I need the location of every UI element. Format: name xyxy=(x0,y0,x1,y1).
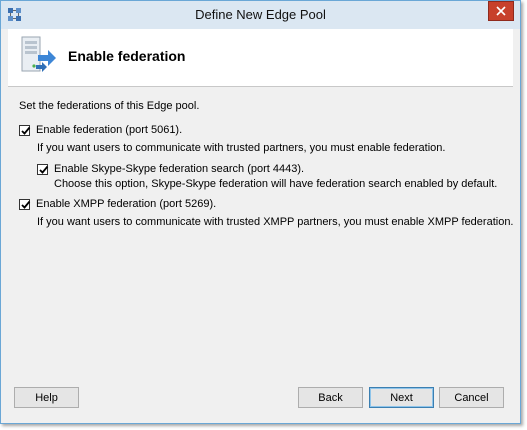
cancel-button[interactable]: Cancel xyxy=(439,387,504,408)
skype-label: Enable Skype-Skype federation search (po… xyxy=(54,163,305,175)
server-arrow-icon xyxy=(18,35,58,79)
window-title: Define New Edge Pool xyxy=(195,7,326,22)
xmpp-option[interactable]: Enable XMPP federation (port 5269). xyxy=(19,198,216,210)
skype-option[interactable]: Enable Skype-Skype federation search (po… xyxy=(37,163,304,175)
checkmark-icon xyxy=(21,200,31,209)
xmpp-description: If you want users to communicate with tr… xyxy=(37,216,514,228)
federation-option[interactable]: Enable federation (port 5061). xyxy=(19,124,182,136)
skype-checkbox[interactable] xyxy=(37,163,49,175)
page-title: Enable federation xyxy=(68,48,186,64)
close-icon xyxy=(496,6,506,16)
close-button[interactable] xyxy=(488,1,514,21)
back-button[interactable]: Back xyxy=(298,387,363,408)
federation-description: If you want users to communicate with tr… xyxy=(37,142,446,154)
federation-label: Enable federation (port 5061). xyxy=(36,124,183,136)
help-button[interactable]: Help xyxy=(14,387,79,408)
xmpp-label: Enable XMPP federation (port 5269). xyxy=(36,198,217,210)
xmpp-checkbox[interactable] xyxy=(19,198,31,210)
checkmark-icon xyxy=(39,165,49,174)
federation-checkbox[interactable] xyxy=(19,124,31,136)
next-button[interactable]: Next xyxy=(369,387,434,408)
intro-text: Set the federations of this Edge pool. xyxy=(19,100,200,112)
skype-description: Choose this option, Skype-Skype federati… xyxy=(54,178,498,190)
wizard-header: Enable federation xyxy=(8,29,513,87)
dialog-window: Define New Edge Pool Enable federation S… xyxy=(0,0,521,424)
checkmark-icon xyxy=(21,126,31,135)
title-bar[interactable]: Define New Edge Pool xyxy=(1,1,520,29)
